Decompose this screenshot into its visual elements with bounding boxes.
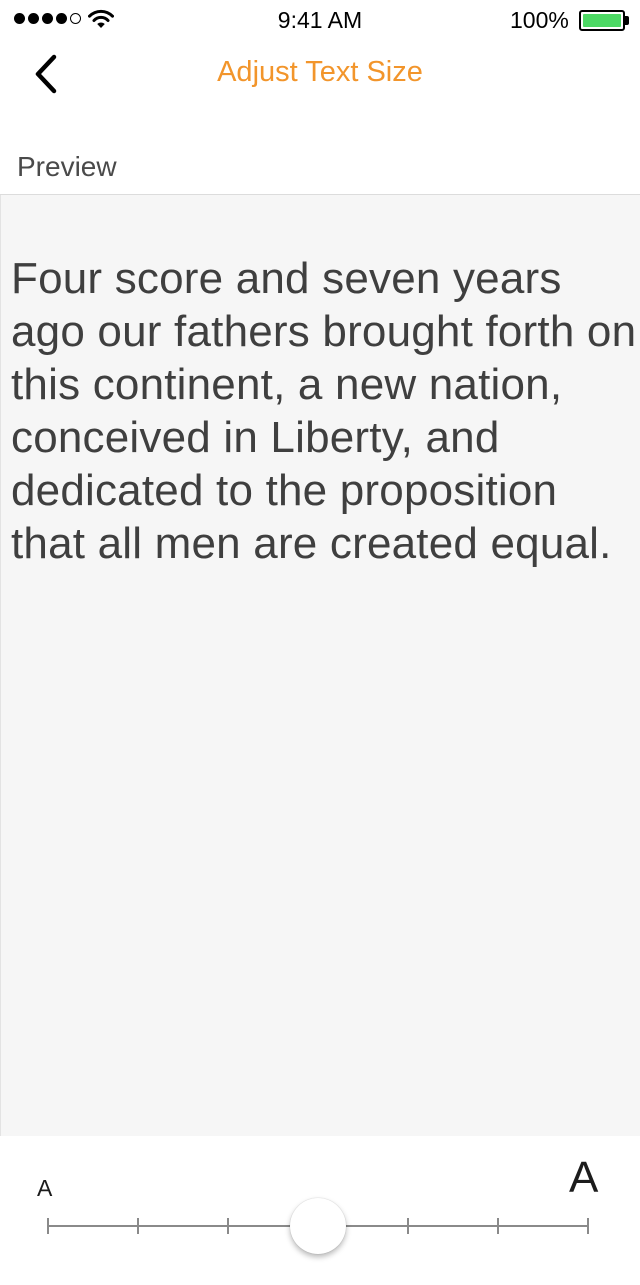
slider-tick xyxy=(497,1218,499,1234)
status-bar: 9:41 AM 100% xyxy=(0,0,640,40)
slider-tick xyxy=(407,1218,409,1234)
battery-percent: 100% xyxy=(510,7,569,33)
battery-cap xyxy=(625,16,629,25)
large-text-label: A xyxy=(569,1153,599,1202)
slider-tick xyxy=(47,1218,49,1234)
preview-area: Four score and seven years ago our fathe… xyxy=(0,195,640,1254)
page-title: Adjust Text Size xyxy=(217,56,423,88)
slider-tick xyxy=(587,1218,589,1234)
slider-thumb[interactable] xyxy=(290,1198,346,1254)
battery-icon xyxy=(579,10,625,31)
section-header: Preview xyxy=(0,128,640,195)
battery-fill xyxy=(583,14,621,27)
slider-tick xyxy=(227,1218,229,1234)
small-text-label: A xyxy=(37,1175,53,1201)
text-size-slider[interactable]: A A xyxy=(1,1145,640,1285)
section-label-preview: Preview xyxy=(17,151,117,182)
preview-text: Four score and seven years ago our fathe… xyxy=(11,254,637,568)
navigation-bar: Adjust Text Size xyxy=(0,40,640,128)
slider-tick xyxy=(137,1218,139,1234)
